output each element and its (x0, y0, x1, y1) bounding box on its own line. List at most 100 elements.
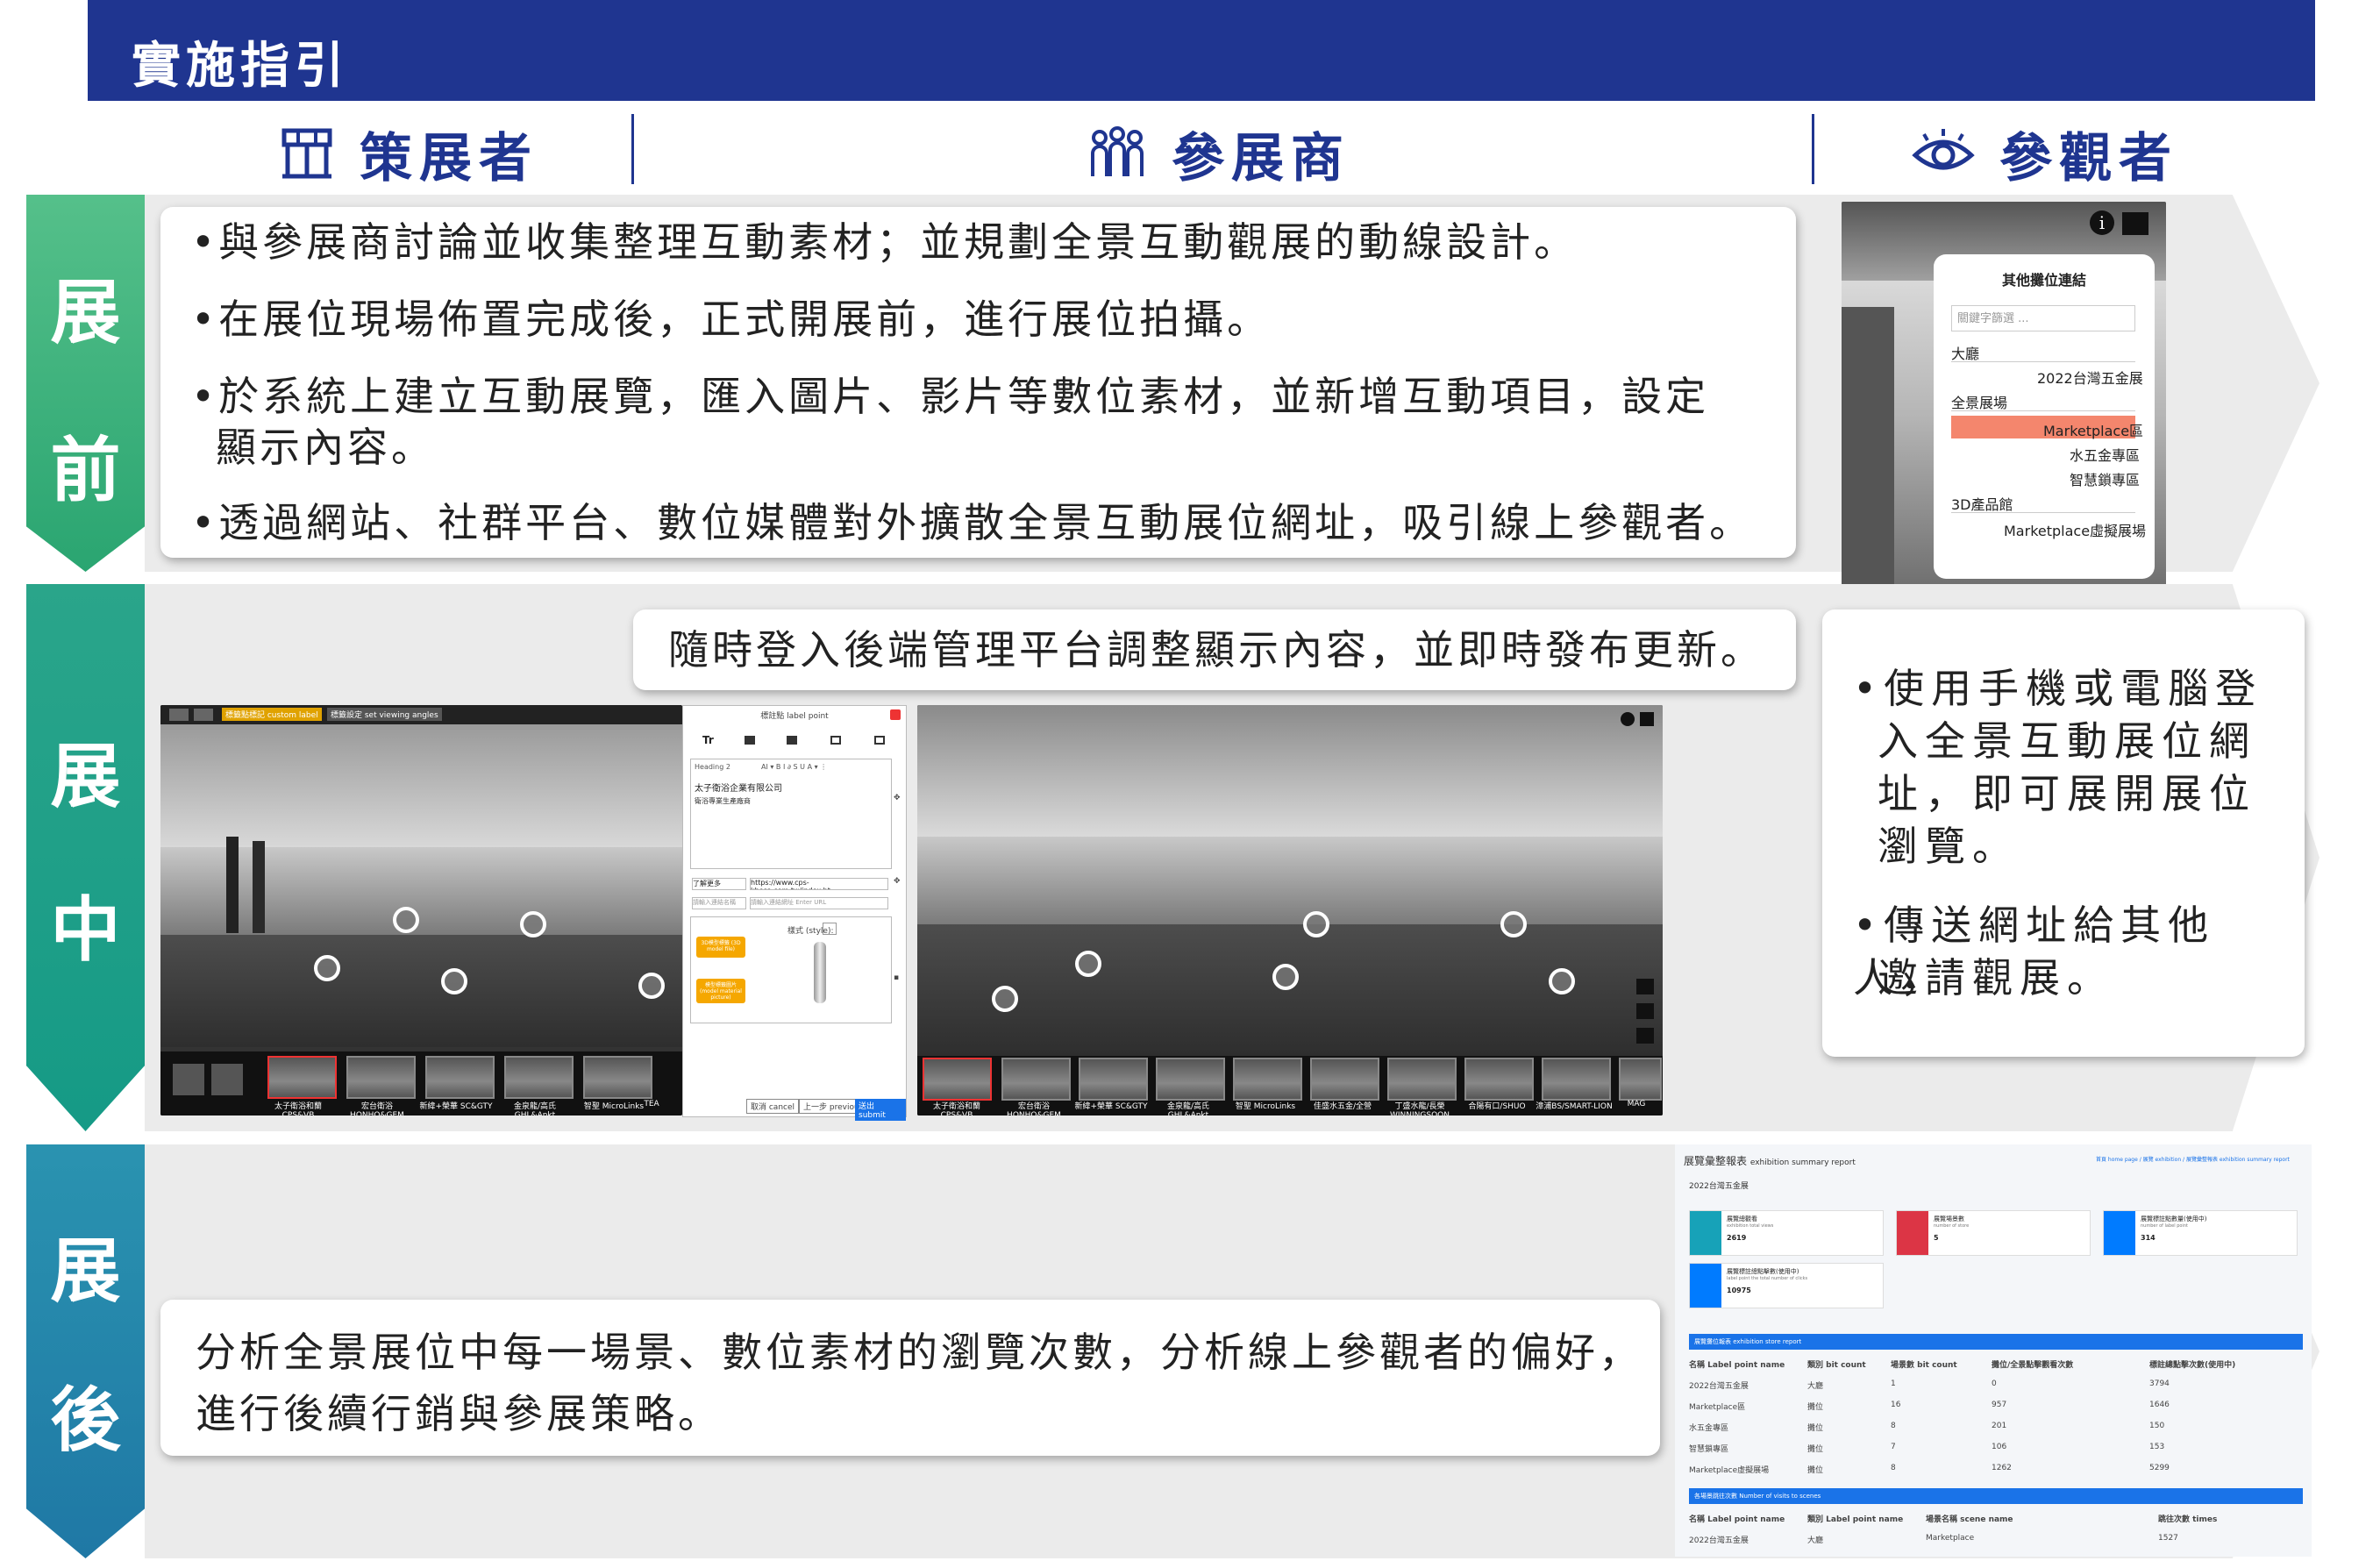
list-icon[interactable] (211, 1064, 243, 1095)
link-name-input[interactable]: 了解更多 (692, 878, 746, 890)
link-url-input[interactable]: 請輸入連結網址 Enter URL (750, 897, 888, 909)
cancel-button[interactable]: 取消 cancel (746, 1099, 800, 1114)
stat-label: 展覽標註點數量(使用中) (2141, 1215, 2207, 1222)
drag-handle-icon[interactable]: ✥ (894, 794, 901, 802)
tool-viewing-angle[interactable]: 標籤設定 set viewing angles (327, 708, 442, 721)
image-icon[interactable] (745, 736, 755, 745)
hotspot-marker[interactable] (441, 968, 467, 994)
style-select[interactable] (823, 923, 837, 935)
divider (1812, 114, 1814, 184)
fullscreen-icon[interactable] (1636, 979, 1654, 994)
pano-ceiling (917, 705, 1663, 837)
hotspot-marker[interactable] (638, 973, 665, 999)
hotspot-marker[interactable] (1549, 968, 1575, 994)
stat-card: 展覽標註點數量(使用中) number of label point 314 (2103, 1210, 2298, 1256)
text-format-icon[interactable]: Tr (702, 734, 714, 746)
info-icon[interactable] (1621, 712, 1635, 726)
header-banner (88, 0, 2315, 101)
stat-label: 展覽場景數 (1934, 1215, 1964, 1222)
heading-select[interactable]: Heading 2 (695, 763, 730, 771)
store-icon[interactable] (2122, 212, 2148, 235)
link-url-input[interactable]: https://www.cps-kbosa.com.tw/index.ht (750, 878, 888, 890)
scene-thumbnail[interactable] (1156, 1058, 1225, 1101)
menu-icon[interactable] (169, 709, 189, 721)
model-section: 3D模型標籤 (3D model file) 模型標籤圖片 (model mat… (690, 916, 892, 1023)
scene-thumbnail[interactable] (346, 1056, 416, 1099)
faucet-model-image (814, 942, 826, 1003)
menu-item-selected[interactable]: Marketplace區 (2043, 419, 2143, 440)
rich-text-editor[interactable]: Heading 2 AI ▾ B I ∂ S U A ▾ ⋮ 太子衛浴企業有限公… (690, 759, 892, 869)
mute-icon[interactable] (1636, 1003, 1654, 1019)
stat-card: 展覽場景數 number of store 5 (1896, 1210, 2091, 1256)
table-row: Marketplace虛擬展場 攤位 8 1262 5299 (1689, 1464, 2170, 1475)
curator-icon (281, 128, 332, 179)
scene-thumbnail[interactable] (504, 1056, 574, 1099)
link-icon[interactable] (874, 736, 885, 745)
delete-icon[interactable]: ▪ (894, 973, 899, 982)
pano-counter (917, 924, 1663, 1056)
scene-thumbnail[interactable] (1001, 1058, 1071, 1101)
tool-label-point[interactable]: 標籤點標記 custom label (222, 708, 322, 721)
hotspot-marker[interactable] (1272, 964, 1299, 990)
after-card: 分析全景展位中每一場景、數位素材的瀏覽次數，分析線上參觀者的偏好， 進行後續行銷… (160, 1300, 1660, 1456)
add-icon[interactable] (173, 1064, 204, 1095)
scene-thumbnail[interactable] (1079, 1058, 1148, 1101)
label-point-panel: 標註點 label point Tr Heading 2 AI ▾ B I ∂ … (682, 705, 907, 1121)
exhibitor-note: 隨時登入後端管理平台調整顯示內容，並即時發布更新。 (668, 626, 1764, 674)
hotspot-marker[interactable] (1075, 951, 1101, 977)
thumbnail-strip: 太子衛浴和蘭 CPS&VB 宏台衛浴 HONHO&GEM 新緯+榮華 SC&GT… (917, 1056, 1663, 1116)
scene-thumbnail[interactable] (923, 1058, 992, 1101)
submit-button[interactable]: 送出 submit (855, 1099, 906, 1121)
hotspot-marker[interactable] (992, 986, 1018, 1012)
role-label: 策展者 (360, 127, 538, 189)
menu-item[interactable]: 水五金專區 (2070, 444, 2140, 465)
thumbnail-label: 宏台衛浴 HONHO&GEM (1007, 1102, 1061, 1116)
hotspot-marker[interactable] (1500, 911, 1527, 937)
keyword-filter-input[interactable]: 關鍵字篩選 ... (1951, 305, 2135, 331)
format-toolbar[interactable]: AI ▾ B I ∂ S U A ▾ ⋮ (761, 763, 827, 771)
drag-handle-icon[interactable]: ✥ (894, 877, 901, 886)
hotspot-marker[interactable] (314, 955, 340, 981)
menu-item[interactable]: 全景展場 (1951, 391, 2007, 412)
wall-shadow (1842, 307, 1894, 588)
phase-during: 展 中 (26, 584, 145, 1131)
after-line: 分析全景展位中每一場景、數位素材的瀏覽次數，分析線上參觀者的偏好， (196, 1329, 1642, 1376)
thumbnail-label: 新緯+榮華 SC&GTY (419, 1102, 493, 1111)
model-picture-button[interactable]: 模型標籤圖片 (model material picture) (696, 979, 745, 1003)
video-icon[interactable] (787, 736, 797, 745)
view-icon[interactable] (194, 709, 213, 721)
menu-item[interactable]: Marketplace虛擬展場 (2004, 519, 2146, 540)
scene-thumbnail[interactable] (1233, 1058, 1302, 1101)
hotspot-marker[interactable] (520, 911, 546, 937)
scene-thumbnail[interactable] (583, 1056, 652, 1099)
table-row: 2022台灣五金展 大廳 Marketplace 1527 (1689, 1534, 2178, 1545)
menu-item[interactable]: 大廳 (1951, 342, 1979, 363)
menu-item[interactable]: 智慧鎖專區 (2070, 468, 2140, 489)
table-row: 智慧鎖專區 攤位 7 106 153 (1689, 1443, 2165, 1454)
scene-thumbnail[interactable] (1542, 1058, 1611, 1101)
phase-label: 後 (50, 1379, 121, 1461)
store-icon[interactable] (1640, 712, 1654, 726)
share-icon[interactable] (1636, 1028, 1654, 1044)
hotspot-marker[interactable] (1303, 911, 1329, 937)
scene-thumbnail[interactable] (1310, 1058, 1379, 1101)
target-icon[interactable] (830, 736, 841, 745)
scene-thumbnail[interactable] (1619, 1058, 1662, 1101)
scene-thumbnail[interactable] (1387, 1058, 1457, 1101)
menu-item[interactable]: 2022台灣五金展 (2037, 367, 2143, 388)
link-name-input[interactable]: 請輸入連結名稱 (692, 897, 746, 909)
info-icon[interactable]: i (2090, 210, 2114, 235)
scene-thumbnail[interactable] (1464, 1058, 1534, 1101)
hotspot-marker[interactable] (393, 907, 419, 933)
stat-value: 2619 (1727, 1234, 1747, 1242)
pano-ceiling (160, 724, 682, 847)
menu-item[interactable]: 3D產品館 (1951, 493, 2013, 514)
phase-label: 中 (50, 889, 121, 971)
thumbnail-label: 漳浦BS/SMART-LION (1536, 1102, 1613, 1111)
eye-icon (1912, 129, 1975, 170)
3d-model-button[interactable]: 3D模型標籤 (3D model file) (696, 937, 745, 958)
scene-thumbnail[interactable] (425, 1056, 495, 1099)
scene-thumbnail[interactable] (267, 1056, 337, 1099)
close-icon[interactable] (890, 709, 901, 720)
breadcrumb[interactable]: 首頁 home page / 展覽 exhibition / 展覽彙整報表 ex… (2096, 1155, 2290, 1163)
